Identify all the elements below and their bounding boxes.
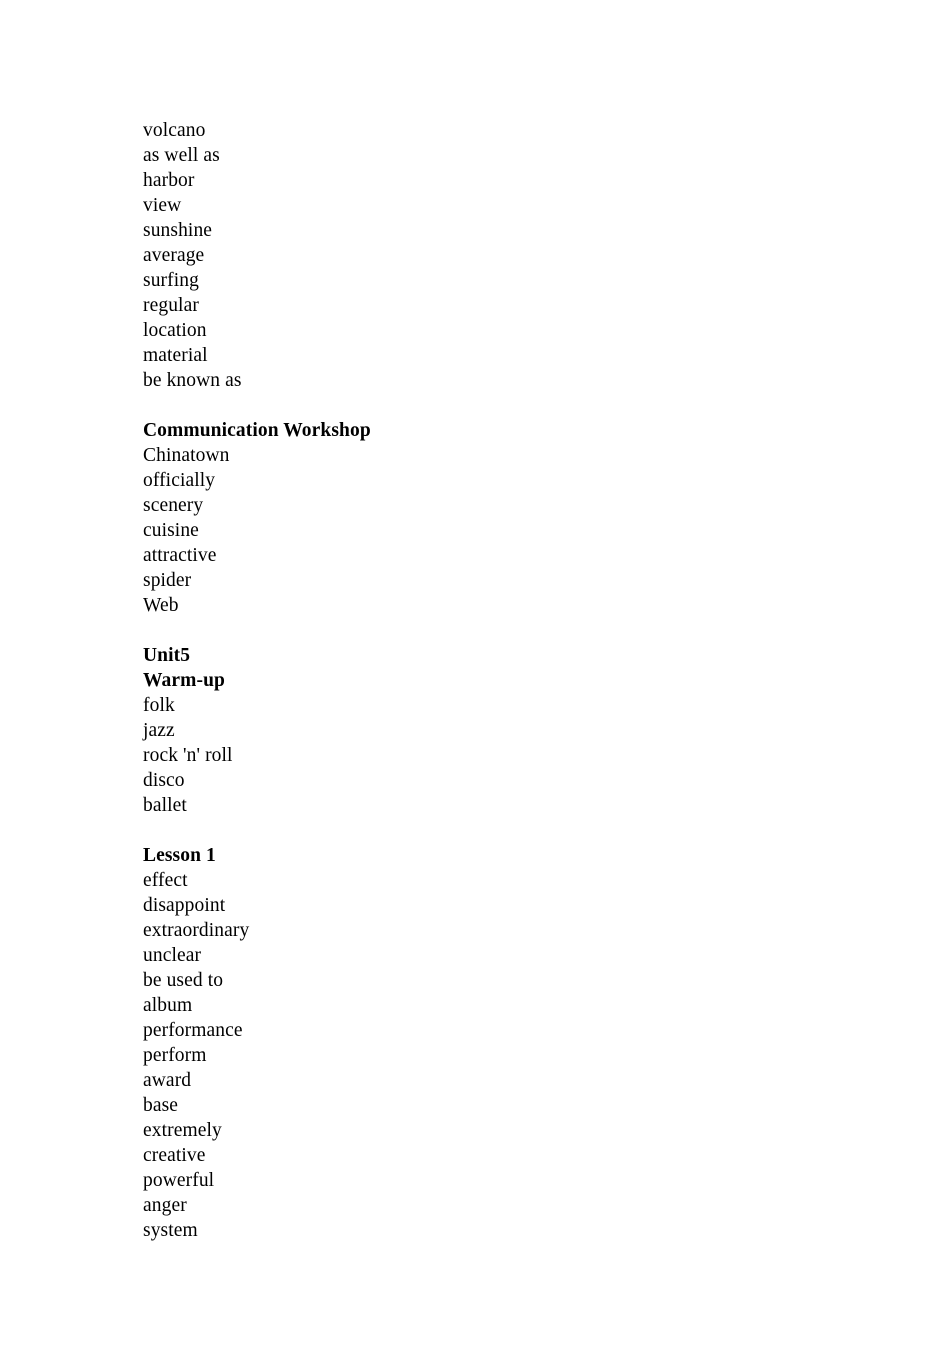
vocabulary-word: be known as: [143, 370, 242, 391]
vocabulary-word: Chinatown: [143, 445, 230, 466]
vocabulary-word: extremely: [143, 1120, 222, 1141]
vocabulary-word: unclear: [143, 945, 202, 966]
vocabulary-word: sunshine: [143, 220, 213, 241]
vocabulary-word: view: [143, 195, 182, 216]
vocabulary-word: rock 'n' roll: [143, 745, 233, 766]
vocabulary-word: anger: [143, 1195, 187, 1216]
vocabulary-word: award: [143, 1070, 192, 1091]
word-list-section: volcano as well as harbor view sunshine avera…: [143, 118, 843, 393]
vocabulary-word: volcano: [143, 120, 206, 141]
vocabulary-word: extraordinary: [143, 920, 250, 941]
vocabulary-word: attractive: [143, 545, 217, 566]
vocabulary-word: scenery: [143, 495, 204, 516]
vocabulary-word: surfing: [143, 270, 199, 291]
vocabulary-word: ballet: [143, 795, 187, 816]
vocabulary-word: Web: [143, 595, 179, 616]
word-list-section: Communication Workshop Chinatown officiall…: [143, 418, 843, 618]
section-heading: Unit5: [143, 645, 191, 666]
vocabulary-word: regular: [143, 295, 199, 316]
vocabulary-word: as well as: [143, 145, 220, 166]
vocabulary-word: harbor: [143, 170, 195, 191]
document-body: volcano as well as harbor view sunshine avera…: [143, 118, 843, 1243]
section-heading: Communication Workshop: [143, 420, 371, 441]
vocabulary-word: cuisine: [143, 520, 199, 541]
vocabulary-word: performance: [143, 1020, 243, 1041]
word-list-section: Lesson 1 effect disappoint extraordinary unc…: [143, 843, 843, 1243]
vocabulary-word: system: [143, 1220, 198, 1241]
word-list-section: Unit5 Warm-up folk jazz rock 'n' roll disco ba…: [143, 643, 843, 818]
document-page: volcano as well as harbor view sunshine avera…: [0, 0, 950, 1346]
vocabulary-word: spider: [143, 570, 192, 591]
vocabulary-word: powerful: [143, 1170, 215, 1191]
vocabulary-word: average: [143, 245, 205, 266]
vocabulary-word: album: [143, 995, 193, 1016]
vocabulary-word: perform: [143, 1045, 207, 1066]
vocabulary-word: creative: [143, 1145, 206, 1166]
vocabulary-word: be used to: [143, 970, 224, 991]
section-heading: Warm-up: [143, 670, 225, 691]
vocabulary-word: material: [143, 345, 208, 366]
vocabulary-word: base: [143, 1095, 179, 1116]
vocabulary-word: folk: [143, 695, 175, 716]
vocabulary-word: location: [143, 320, 207, 341]
vocabulary-word: jazz: [143, 720, 175, 741]
vocabulary-word: disappoint: [143, 895, 226, 916]
vocabulary-word: disco: [143, 770, 185, 791]
vocabulary-word: effect: [143, 870, 188, 891]
vocabulary-word: officially: [143, 470, 216, 491]
section-heading: Lesson 1: [143, 845, 216, 866]
